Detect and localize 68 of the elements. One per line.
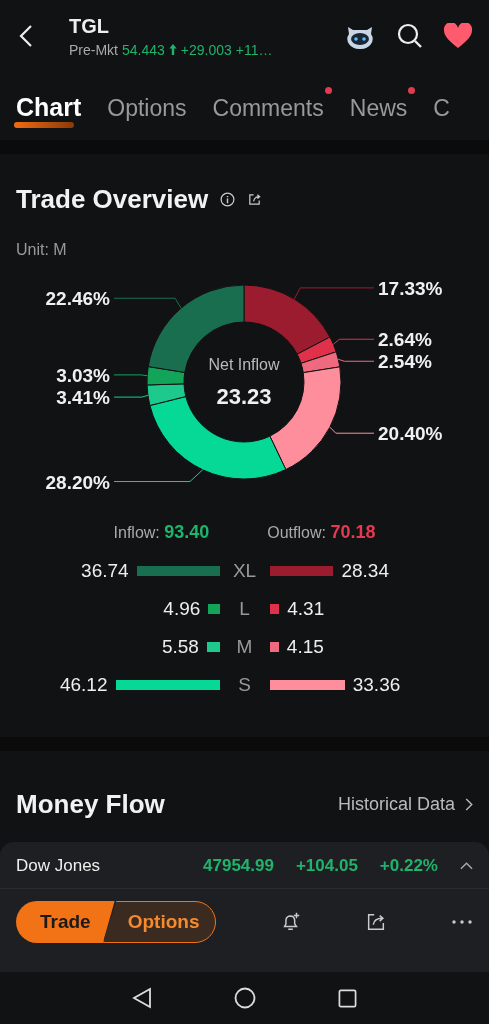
back-nav-icon[interactable]: [132, 987, 152, 1009]
leader-line: [332, 338, 375, 345]
slice-label: 17.33%: [378, 277, 443, 299]
back-icon[interactable]: [19, 24, 33, 48]
home-nav-icon[interactable]: [234, 987, 256, 1009]
outflow-bar: [269, 604, 280, 614]
outflow-total: Outflow: 70.18: [267, 522, 376, 543]
up-arrow-icon: [168, 44, 177, 55]
info-icon[interactable]: [220, 192, 236, 207]
tab[interactable]: C: [433, 95, 450, 132]
outflow-bar: [269, 566, 334, 576]
quote-change-percent: +11…: [235, 41, 273, 58]
outflow-value: 4.31: [287, 598, 325, 620]
inflow-value: 36.74: [81, 560, 129, 582]
size-label: S: [237, 674, 252, 696]
inflow-bar: [206, 642, 220, 652]
tab-underline: [14, 122, 74, 128]
slice-label: 3.03%: [56, 364, 110, 386]
size-label: M: [235, 636, 254, 658]
index-change-percent: +0.22%: [379, 856, 438, 876]
center-label: Net Inflow: [208, 356, 280, 373]
slice-label: 3.41%: [56, 387, 110, 409]
recents-nav-icon[interactable]: [338, 988, 357, 1008]
leader-line: [113, 394, 149, 398]
size-label: XL: [231, 560, 258, 582]
chevron-right-icon: [465, 798, 473, 811]
index-price: 47954.99: [203, 856, 274, 876]
slice-label: 22.46%: [45, 288, 110, 310]
inflow-bar: [208, 604, 220, 614]
chevron-up-icon[interactable]: [460, 862, 473, 870]
slice-label: 2.54%: [378, 351, 432, 373]
index-change: +104.05: [295, 856, 358, 876]
unit-label: Unit: M: [15, 240, 68, 260]
tab[interactable]: Comments: [212, 95, 324, 132]
trade-button[interactable]: Trade: [16, 901, 115, 943]
quote-change: +29.003: [180, 41, 232, 58]
inflow-total: Inflow: 93.40: [113, 522, 210, 543]
share-icon[interactable]: [247, 192, 263, 207]
outflow-value: 28.34: [341, 560, 389, 582]
heart-icon[interactable]: [443, 23, 473, 49]
section-title: Trade Overview: [16, 184, 209, 215]
slice-label: 28.20%: [45, 471, 110, 492]
search-icon[interactable]: [397, 23, 423, 49]
stock-symbol: TGL: [69, 14, 110, 38]
outflow-bar: [269, 642, 279, 652]
index-name: Dow Jones: [16, 856, 102, 876]
outflow-value: 33.36: [352, 674, 401, 696]
leader-line: [329, 426, 375, 434]
tab[interactable]: Options: [107, 95, 187, 132]
leader-line: [337, 358, 375, 362]
slice-label: 20.40%: [378, 423, 443, 445]
leader-line: [113, 374, 148, 377]
size-label: L: [238, 598, 251, 620]
outflow-value: 4.15: [286, 636, 324, 658]
leader-line: [113, 297, 182, 309]
center-value: 23.23: [216, 384, 272, 409]
inflow-value: 5.58: [161, 636, 199, 658]
slice-label: 2.64%: [378, 329, 432, 351]
tab[interactable]: News: [349, 95, 408, 132]
inflow-value: 46.12: [59, 674, 108, 696]
more-icon[interactable]: [451, 919, 473, 925]
tab[interactable]: Chart: [16, 93, 82, 132]
options-button[interactable]: Options: [102, 901, 217, 943]
session-label: Pre-Mkt: [69, 41, 118, 58]
quote-price: 54.443: [122, 41, 165, 58]
section-title: Money Flow: [16, 789, 165, 820]
inflow-value: 4.96: [163, 598, 201, 620]
historical-data-link[interactable]: Historical Data: [337, 794, 473, 815]
